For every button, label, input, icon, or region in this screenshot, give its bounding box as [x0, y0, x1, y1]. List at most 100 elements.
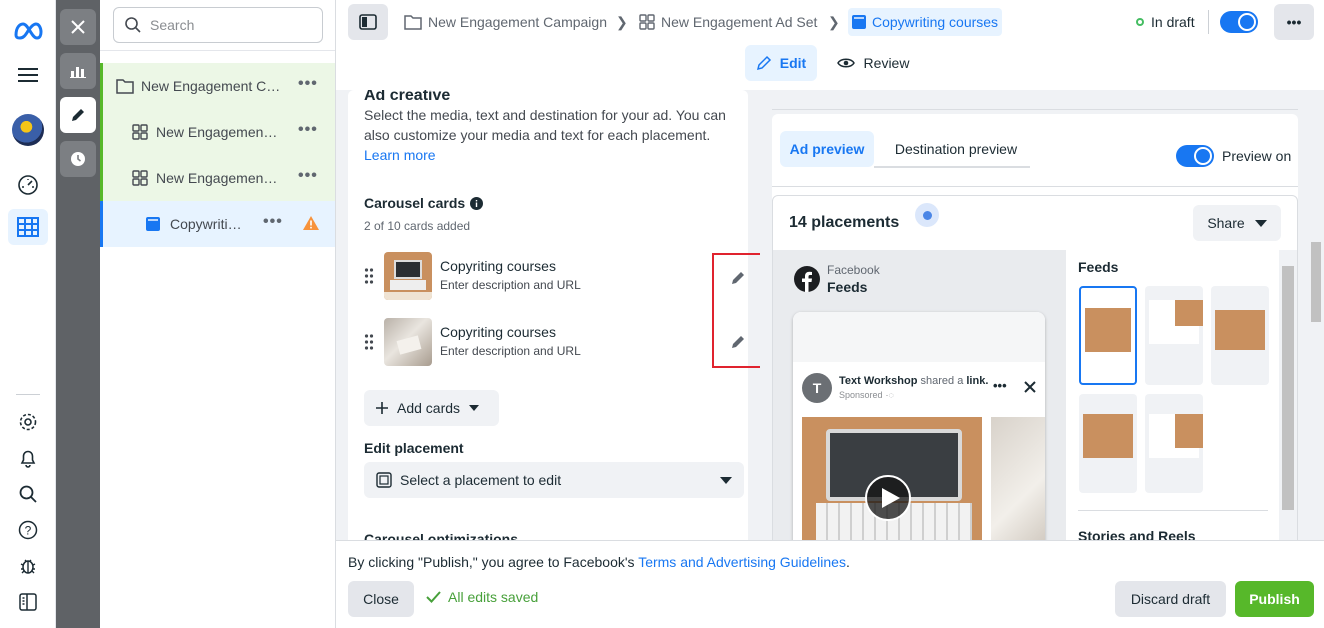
close-icon[interactable] [1024, 381, 1036, 393]
placement-thumb[interactable] [1211, 286, 1269, 385]
card-title: Copyriting courses [440, 258, 556, 274]
learn-more-link[interactable]: Learn more [364, 145, 739, 165]
add-cards-button[interactable]: Add cards [364, 390, 499, 426]
tree-search-box[interactable] [113, 7, 323, 43]
terms-link[interactable]: Terms and Advertising Guidelines [638, 554, 846, 570]
carousel-card-row[interactable]: Copyriting courses Enter description and… [364, 316, 724, 368]
cards-count: 2 of 10 cards added [364, 219, 471, 233]
tab-edit[interactable]: Edit [745, 45, 817, 81]
feeds-heading: Feeds [1078, 259, 1119, 275]
discard-label: Discard draft [1130, 591, 1211, 607]
more-options-icon[interactable]: ••• [298, 75, 318, 93]
more-options-icon[interactable]: ••• [263, 213, 283, 231]
ads-manager-table-icon[interactable] [8, 209, 48, 245]
panel-scrollbar[interactable] [1311, 242, 1321, 322]
more-options-button[interactable]: ••• [1274, 4, 1314, 40]
carousel-image-laptop [802, 417, 982, 540]
panel-layout-icon [359, 14, 377, 30]
meta-logo-icon[interactable] [8, 13, 48, 49]
menu-icon[interactable] [8, 57, 48, 93]
preview-on-toggle[interactable] [1176, 145, 1214, 167]
divider [772, 186, 1298, 187]
scrollbar[interactable] [1279, 250, 1297, 540]
carousel-title: Carousel cards [364, 195, 466, 211]
caret-down-icon [1254, 219, 1267, 227]
more-options-icon[interactable]: ••• [298, 121, 318, 139]
checkmark-icon [426, 591, 441, 603]
reporting-chart-icon[interactable] [60, 53, 96, 89]
edit-card-2-button[interactable] [724, 328, 752, 356]
warning-icon [303, 216, 319, 230]
edit-placement-title: Edit placement [364, 440, 464, 456]
draft-toggle[interactable] [1220, 11, 1258, 33]
tree-item-label: Copywriting courses [170, 216, 242, 232]
close-editor-icon[interactable] [60, 9, 96, 45]
feed-post-mockup: T Text Workshop shared a link. Sponsored… [793, 312, 1045, 540]
caret-down-icon [469, 405, 480, 411]
placement-thumb[interactable] [1079, 394, 1137, 493]
folder-icon [404, 15, 422, 30]
carousel-card-row[interactable]: Copyriting courses Enter description and… [364, 250, 724, 302]
placement-thumb[interactable] [1145, 394, 1203, 493]
account-avatar[interactable] [8, 112, 48, 148]
tree-item-campaign[interactable]: New Engagement Campaign ••• [100, 63, 335, 109]
stories-heading: Stories and Reels [1078, 528, 1196, 540]
carousel-optimizations-title: Carousel optimizations [364, 531, 519, 540]
tree-item-adset[interactable]: New Engagement Ad Set ••• [100, 155, 335, 201]
post-action: shared a [920, 375, 964, 387]
tab-review-label: Review [863, 55, 910, 71]
placement-thumb-selected[interactable] [1079, 286, 1137, 385]
platform-label: Facebook [827, 263, 880, 277]
placement-thumb[interactable] [1145, 286, 1203, 385]
publish-button[interactable]: Publish [1235, 581, 1314, 617]
discard-draft-button[interactable]: Discard draft [1115, 581, 1226, 617]
settings-gear-icon[interactable] [8, 404, 48, 440]
breadcrumb-ad-label: Copywriting courses [872, 14, 999, 30]
post-link: link. [966, 375, 989, 387]
breadcrumb-campaign[interactable]: New Engagement Campaign [400, 8, 611, 36]
folder-icon [116, 79, 134, 94]
tab-review[interactable]: Review [828, 45, 918, 81]
tab-edit-label: Edit [779, 55, 807, 71]
tree-item-adset[interactable]: New Engagement Ad Set ••• [100, 109, 335, 155]
toggle-panel-button[interactable] [348, 4, 388, 40]
placement-select[interactable]: Select a placement to edit [364, 462, 744, 498]
preview-panel: Ad preview Destination preview Preview o… [760, 90, 1324, 540]
editor-tool-strip [56, 0, 100, 628]
search-input[interactable] [150, 17, 310, 33]
breadcrumb-adset[interactable]: New Engagement Ad Set [635, 8, 821, 36]
dashboard-icon[interactable] [8, 167, 48, 203]
search-icon[interactable] [8, 476, 48, 512]
edit-card-1-button[interactable] [724, 264, 752, 292]
play-video-icon[interactable] [865, 475, 911, 521]
side-panel-icon[interactable] [8, 584, 48, 620]
notice-suffix: . [845, 554, 850, 570]
tree-item-ad[interactable]: Copywriting courses ••• [100, 201, 335, 247]
history-clock-icon[interactable] [60, 141, 96, 177]
tab-destination-preview[interactable]: Destination preview [882, 131, 1030, 167]
card-thumbnail-photo [384, 318, 432, 366]
pencil-icon [732, 336, 744, 348]
edit-pencil-icon[interactable] [60, 97, 96, 133]
tree-item-label: New Engagement Ad Set [156, 124, 280, 140]
more-options-icon[interactable]: ••• [993, 378, 1007, 393]
campaign-tree: New Engagement Campaign ••• New Engageme… [100, 0, 336, 628]
tab-ad-preview[interactable]: Ad preview [780, 131, 874, 167]
drag-handle-icon[interactable] [364, 268, 374, 284]
card-title: Copyriting courses [440, 324, 556, 340]
breadcrumb-adset-label: New Engagement Ad Set [661, 14, 818, 30]
info-icon[interactable] [470, 196, 484, 210]
help-icon[interactable]: ? [8, 512, 48, 548]
notifications-bell-icon[interactable] [8, 440, 48, 476]
rail-divider [16, 394, 40, 395]
app-rail: ? [0, 0, 56, 628]
bug-report-icon[interactable] [8, 548, 48, 584]
drag-handle-icon[interactable] [364, 334, 374, 350]
carousel-cards-heading: Carousel cards [364, 195, 484, 211]
share-button[interactable]: Share [1193, 205, 1281, 241]
post-header: Text Workshop shared a link. [839, 375, 988, 387]
more-options-icon[interactable]: ••• [298, 167, 318, 185]
card-subtitle: Enter description and URL [440, 344, 581, 358]
breadcrumb-ad[interactable]: Copywriting courses [848, 8, 1003, 36]
close-button[interactable]: Close [348, 581, 414, 617]
